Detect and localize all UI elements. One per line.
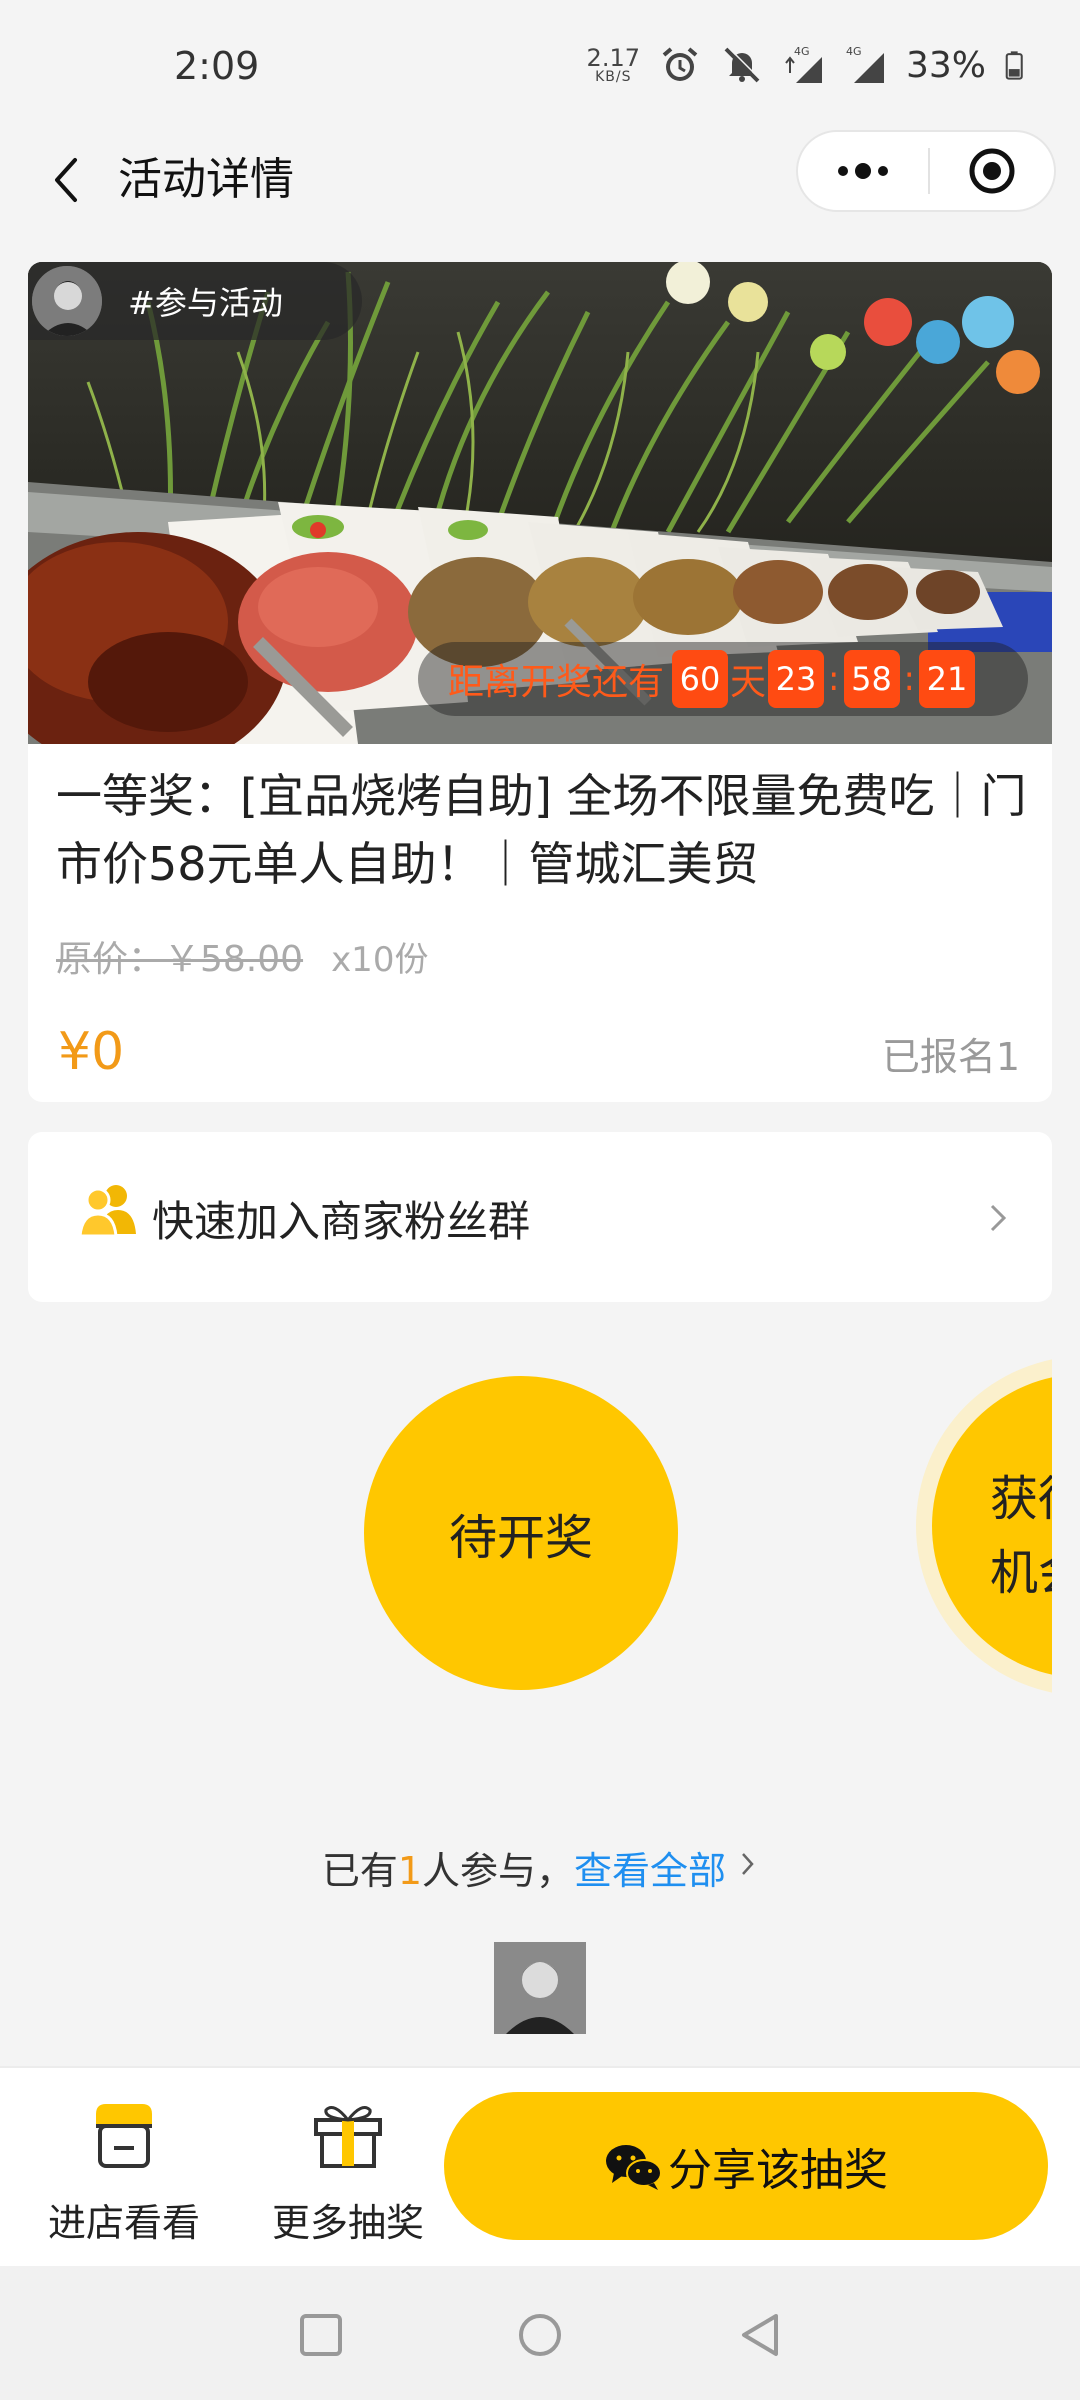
- countdown-minutes: 58: [843, 650, 900, 708]
- store-icon: [96, 2104, 152, 2168]
- battery-icon: [1005, 51, 1023, 80]
- countdown-timer: 距离开奖还有 60 天 23 : 58 : 21: [418, 642, 1028, 716]
- countdown-separator: :: [828, 659, 840, 699]
- more-lottery-label: 更多抽奖: [271, 2201, 424, 2245]
- net-speed-unit: KB/S: [595, 69, 632, 85]
- chevron-right-icon: [990, 1204, 1007, 1232]
- countdown-day-unit: 天: [730, 662, 767, 703]
- network-type-label: 4G: [794, 45, 810, 58]
- visit-store-button[interactable]: 进店看看: [34, 2090, 214, 2250]
- more-dots-icon: [838, 163, 888, 179]
- wechat-icon: [606, 2145, 662, 2190]
- battery-percent: 33%: [905, 44, 986, 86]
- recent-apps-icon[interactable]: [296, 2310, 346, 2360]
- net-speed: 2.17 KB/S: [587, 46, 640, 84]
- price-row: 原价：￥58.00 x10份: [56, 930, 428, 982]
- more-button[interactable]: [798, 132, 928, 210]
- network-type-label: 4G: [846, 45, 862, 58]
- mute-icon: [724, 46, 761, 83]
- activity-tag[interactable]: #参与活动: [28, 262, 362, 340]
- prize-title: 一等奖：[宜品烧烤自助] 全场不限量免费吃｜门市价58元单人自助！｜管城汇美贸: [56, 769, 1027, 891]
- participants-suffix: 人参与，: [422, 1849, 575, 1893]
- home-icon[interactable]: [515, 2310, 565, 2360]
- back-button[interactable]: [36, 150, 96, 210]
- visit-store-label: 进店看看: [47, 2201, 200, 2245]
- alarm-icon: [662, 47, 698, 81]
- share-lottery-label: 分享该抽奖: [668, 2145, 888, 2196]
- participants-summary: 已有1人参与，查看全部: [0, 1840, 1080, 1895]
- tag-label: #参与活动: [128, 284, 283, 322]
- person-photo-icon: [32, 266, 102, 336]
- status-time: 2:09: [174, 44, 260, 88]
- chevron-right-icon[interactable]: [738, 1850, 758, 1878]
- bottom-action-bar: 进店看看 更多抽奖 分享该抽奖: [0, 2066, 1080, 2266]
- signup-count: 已报名1: [881, 1035, 1020, 1079]
- nav-bar: 活动详情: [0, 130, 1080, 232]
- countdown-hours: 23: [768, 650, 825, 708]
- net-speed-value: 2.17: [586, 44, 640, 72]
- back-triangle-icon[interactable]: [736, 2310, 786, 2360]
- participants-prefix: 已有: [321, 1849, 398, 1893]
- get-chance-circle[interactable]: 获得机会: [900, 1356, 1052, 1696]
- status-bar: 2:09 2.17 KB/S 4G 4G 33%: [0, 0, 1080, 130]
- back-arrow-icon: [55, 158, 77, 202]
- participant-avatar[interactable]: [494, 1942, 586, 2034]
- countdown-separator: :: [903, 659, 915, 699]
- countdown-days: 60: [672, 650, 729, 708]
- pending-draw-label: 待开奖: [448, 1510, 593, 1566]
- participants-count: 1: [397, 1849, 423, 1893]
- users-icon: [78, 1185, 136, 1238]
- more-lottery-button[interactable]: 更多抽奖: [258, 2090, 438, 2250]
- share-lottery-button[interactable]: 分享该抽奖: [444, 2092, 1048, 2240]
- signal-icon: 4G: [846, 45, 884, 83]
- person-photo-icon: [494, 1942, 586, 2034]
- prize-card: #参与活动 距离开奖还有 60 天 23 : 58 : 21 一等奖：[宜品烧烤…: [28, 262, 1052, 1102]
- page-title: 活动详情: [118, 154, 294, 205]
- pending-draw-circle: 待开奖: [364, 1376, 678, 1690]
- system-navigation-bar: [0, 2266, 1080, 2400]
- gift-icon: [314, 2106, 382, 2168]
- signal-icon: 4G: [785, 45, 822, 83]
- fan-group-label: 快速加入商家粉丝群: [152, 1197, 531, 1246]
- close-target-icon: [969, 148, 1015, 194]
- prize-quantity: x10份: [331, 939, 429, 980]
- close-button[interactable]: [930, 132, 1054, 210]
- mini-program-capsule: [796, 130, 1056, 212]
- get-chance-label: 获得机会: [990, 1471, 1052, 1601]
- current-price: ¥0: [58, 1022, 125, 1082]
- countdown-label: 距离开奖还有: [448, 662, 665, 703]
- avatar: [32, 266, 102, 336]
- hero-image: #参与活动 距离开奖还有 60 天 23 : 58 : 21: [28, 262, 1052, 744]
- original-price: 原价：￥58.00: [56, 939, 304, 980]
- join-fan-group-row[interactable]: 快速加入商家粉丝群: [28, 1132, 1052, 1302]
- view-all-link[interactable]: 查看全部: [574, 1849, 726, 1893]
- status-icons: 2.17 KB/S 4G 4G 33%: [587, 40, 1034, 90]
- countdown-seconds: 21: [918, 650, 975, 708]
